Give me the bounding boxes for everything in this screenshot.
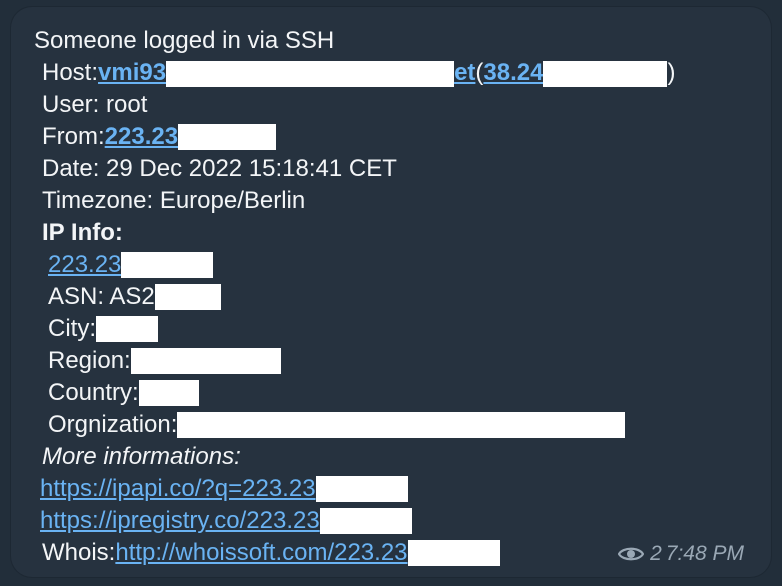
message-meta: 2 7:48 PM (618, 542, 744, 566)
timezone-line: Timezone: Europe/Berlin (42, 187, 306, 214)
redaction-whois (407, 540, 500, 566)
country-line: Country: (48, 378, 199, 408)
ipregistry-link[interactable]: https://ipregistry.co/223.23 (40, 506, 320, 536)
region-line: Region: (48, 346, 281, 376)
ip-info-ip-line: 223.23 (48, 250, 214, 280)
ipregistry-line: https://ipregistry.co/223.23 (40, 506, 412, 536)
redaction-country (138, 380, 199, 406)
message-bubble: Someone logged in via SSH Host: vmi93 et … (10, 6, 772, 578)
redaction-ipregistry (319, 508, 412, 534)
from-ip-link[interactable]: 223.23 (105, 122, 178, 152)
message-title: Someone logged in via SSH (34, 27, 335, 54)
user-line: User: root (42, 91, 148, 118)
view-count: 2 (650, 542, 662, 565)
eye-icon (618, 547, 645, 561)
ipapi-line: https://ipapi.co/?q=223.23 (40, 474, 408, 504)
host-ip-link[interactable]: 38.24 (483, 58, 668, 88)
host-link[interactable]: vmi93 et (98, 58, 475, 88)
date-line: Date: 29 Dec 2022 15:18:41 CET (42, 155, 397, 182)
city-line: City: (48, 314, 158, 344)
message-time: 7:48 PM (665, 542, 744, 565)
redaction-host (166, 60, 455, 87)
from-line: From: 223.23 (42, 122, 277, 152)
redaction-host-ip (543, 60, 668, 87)
redaction-ipapi (315, 476, 408, 502)
redaction-city (96, 316, 158, 342)
redaction-from-ip (178, 124, 277, 150)
redaction-region (130, 348, 281, 374)
ip-info-heading: IP Info: (42, 219, 123, 246)
whois-line: Whois: http://whoissoft.com/223.23 (42, 538, 500, 568)
ip-info-ip-link[interactable]: 223.23 (48, 250, 121, 280)
redaction-ip-info-ip (121, 252, 214, 278)
redaction-organization (177, 412, 626, 438)
ipapi-link[interactable]: https://ipapi.co/?q=223.23 (40, 474, 316, 504)
more-info-heading: More informations: (42, 443, 241, 470)
organization-line: Orgnization: (48, 410, 626, 440)
asn-line: ASN: AS2 (48, 282, 221, 312)
whois-link[interactable]: http://whoissoft.com/223.23 (115, 538, 407, 568)
redaction-asn (154, 284, 221, 310)
host-line: Host: vmi93 et ( 38.24 ) (42, 58, 676, 88)
